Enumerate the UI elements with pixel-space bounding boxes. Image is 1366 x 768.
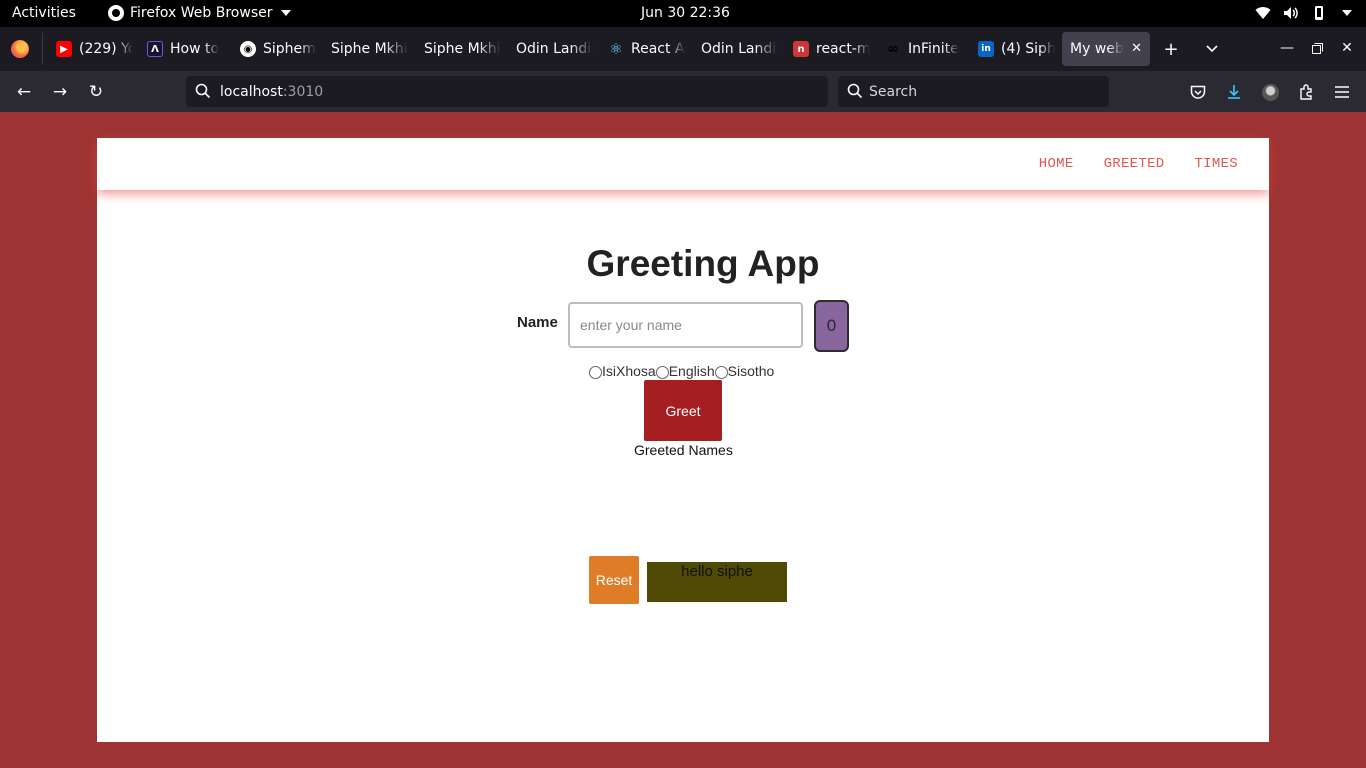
- youtube-icon: ▶: [56, 41, 72, 57]
- close-window-button[interactable]: ✕: [1336, 37, 1358, 59]
- volume-icon: [1282, 4, 1300, 22]
- downloads-icon[interactable]: [1222, 80, 1246, 104]
- tab-react[interactable]: ⚛ React App: [600, 32, 685, 66]
- radio-sisotho-label: Sisotho: [727, 362, 775, 379]
- tab-npm[interactable]: n react-m: [785, 32, 870, 66]
- new-tab-button[interactable]: +: [1160, 38, 1182, 60]
- avatar-icon: [1261, 83, 1279, 101]
- linkedin-icon: in: [978, 41, 994, 57]
- greet-counter: 0: [814, 300, 849, 352]
- tab-label: My web: [1070, 41, 1124, 57]
- infinity-icon: ∞: [887, 41, 899, 57]
- tab-label: (4) Siphe: [1001, 41, 1055, 57]
- tab-my-web[interactable]: My web ✕: [1062, 32, 1150, 66]
- url-port: :3010: [282, 83, 324, 100]
- list-all-tabs-button[interactable]: [1201, 38, 1223, 60]
- search-placeholder: Search: [869, 83, 918, 100]
- chevron-down-icon: [280, 10, 291, 16]
- account-avatar[interactable]: [1258, 80, 1282, 104]
- radio-isixhosa-label: IsiXhosa: [602, 362, 656, 379]
- search-icon: [847, 83, 863, 103]
- os-top-bar: Activities Firefox Web Browser Jun 30 22…: [0, 0, 1366, 27]
- tab-strip: ▶ (229) YouTube Λ How to ◉ Siphem Siphe …: [0, 27, 1366, 71]
- clock[interactable]: Jun 30 22:36: [641, 5, 730, 21]
- tab-label: Odin Landing: [516, 41, 593, 57]
- reset-button[interactable]: Reset: [589, 556, 639, 604]
- tab-youtube[interactable]: ▶ (229) YouTube: [48, 32, 133, 66]
- tab-siphe-1[interactable]: Siphe Mkhize: [323, 32, 408, 66]
- hamburger-menu-icon[interactable]: [1330, 80, 1354, 104]
- tab-label: (229) YouTube: [79, 41, 133, 57]
- restore-button[interactable]: [1306, 37, 1328, 59]
- nav-home-link[interactable]: HOME: [1039, 156, 1074, 172]
- npm-icon: n: [793, 41, 809, 57]
- greeted-names-label: Greeted Names: [634, 442, 733, 458]
- tab-label: Siphem: [263, 41, 316, 57]
- nav-greeted-link[interactable]: GREETED: [1104, 156, 1165, 172]
- tab-label: How to: [170, 41, 220, 57]
- pocket-icon[interactable]: [1186, 80, 1210, 104]
- tab-label: react-m: [816, 41, 870, 57]
- react-icon: ⚛: [609, 40, 623, 58]
- nav-times-link[interactable]: TIMES: [1194, 156, 1238, 172]
- power-menu-icon: [1338, 4, 1356, 22]
- tab-github[interactable]: ◉ Siphem: [232, 32, 317, 66]
- app-name: Firefox Web Browser: [130, 5, 273, 21]
- tab-label: Siphe Mkhize: [331, 41, 408, 57]
- wifi-icon: [1254, 4, 1272, 22]
- name-input[interactable]: [568, 302, 803, 348]
- tab-label: InFinite: [908, 41, 959, 57]
- navigation-toolbar: ← → ↻ localhost:3010 Search: [0, 71, 1366, 112]
- system-tray[interactable]: [1254, 4, 1356, 22]
- site-navbar: HOME GREETED TIMES: [97, 138, 1269, 190]
- tab-label: React App: [631, 41, 685, 57]
- tab-label: Odin Landing: [701, 41, 778, 57]
- tab-siphe-2[interactable]: Siphe Mkhize: [416, 32, 501, 66]
- app-menu[interactable]: Firefox Web Browser: [108, 5, 291, 21]
- extensions-icon[interactable]: [1294, 80, 1318, 104]
- close-tab-icon[interactable]: ✕: [1131, 41, 1142, 56]
- forward-button[interactable]: →: [48, 80, 72, 104]
- back-button[interactable]: ←: [12, 80, 36, 104]
- radio-english[interactable]: [655, 366, 669, 379]
- url-host: localhost: [220, 83, 283, 100]
- github-icon: ◉: [240, 41, 256, 57]
- reload-button[interactable]: ↻: [84, 80, 108, 104]
- tab-odin-2[interactable]: Odin Landing: [693, 32, 778, 66]
- minimize-button[interactable]: —: [1276, 37, 1298, 59]
- firefox-icon: [108, 5, 124, 21]
- search-icon: [195, 83, 211, 103]
- tab-how-to[interactable]: Λ How to: [139, 32, 224, 66]
- greet-button[interactable]: Greet: [644, 380, 722, 441]
- activities-button[interactable]: Activities: [12, 5, 76, 21]
- radio-isixhosa[interactable]: [589, 366, 602, 379]
- greeting-message: hello siphe: [647, 562, 787, 602]
- name-label: Name: [517, 314, 558, 331]
- radio-english-label: English: [668, 362, 715, 379]
- tab-linkedin[interactable]: in (4) Siphe: [970, 32, 1055, 66]
- tab-label: Siphe Mkhize: [424, 41, 501, 57]
- web-page: HOME GREETED TIMES Greeting App Name 0 I…: [97, 138, 1269, 742]
- radio-sisotho[interactable]: [714, 366, 728, 379]
- tab-infinite[interactable]: ∞ InFinite: [877, 32, 962, 66]
- phone-battery-icon: [1310, 4, 1328, 22]
- tab-odin-1[interactable]: Odin Landing: [508, 32, 593, 66]
- firefox-view-icon[interactable]: [11, 40, 29, 58]
- tab-separator: [42, 33, 43, 65]
- astro-icon: Λ: [147, 41, 163, 57]
- url-bar[interactable]: localhost:3010: [186, 76, 828, 107]
- search-bar[interactable]: Search: [838, 76, 1109, 107]
- language-radio-group: IsiXhosa English Sisotho: [589, 362, 774, 379]
- page-title: Greeting App: [586, 243, 820, 284]
